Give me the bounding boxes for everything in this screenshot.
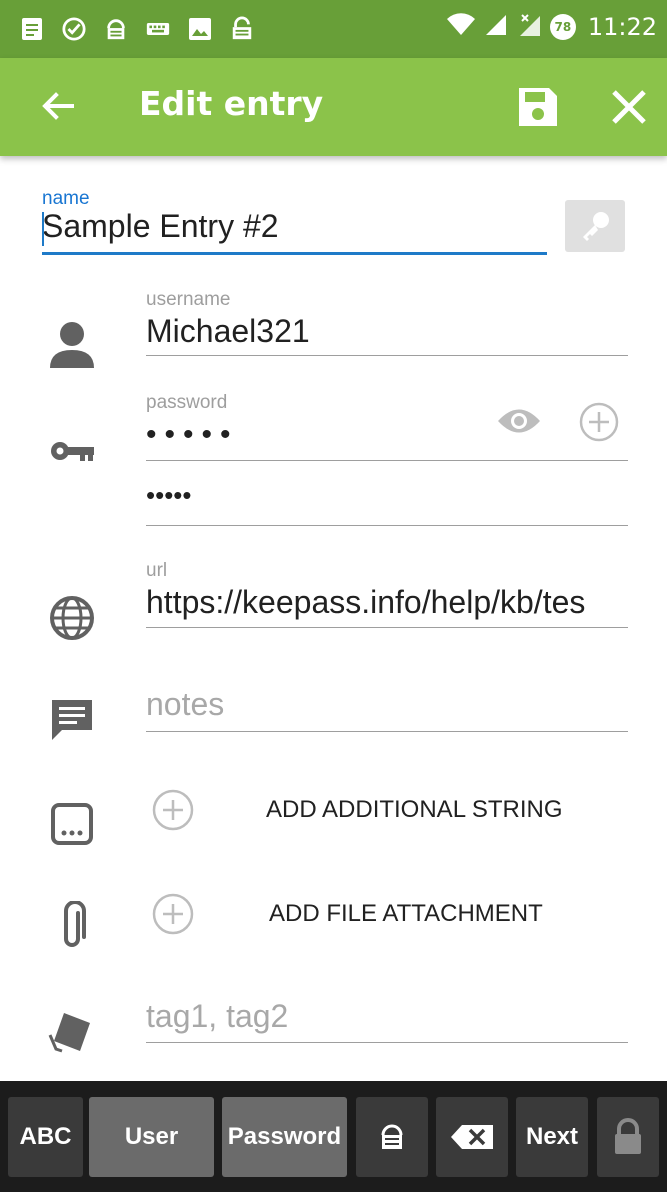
tags-placeholder[interactable]: tag1, tag2: [146, 998, 628, 1035]
app-bar: Edit entry: [0, 58, 667, 156]
next-key[interactable]: Next: [516, 1097, 588, 1177]
paperclip-icon: [52, 900, 92, 952]
add-file-plus-icon: [152, 893, 194, 935]
add-string-plus-icon: [152, 789, 194, 831]
username-field[interactable]: username Michael321: [146, 289, 628, 359]
comment-icon: [49, 696, 95, 744]
text-cursor: [42, 212, 44, 246]
person-icon: [48, 318, 96, 370]
signal-no-data-icon: [516, 12, 542, 42]
backspace-key[interactable]: [436, 1097, 508, 1177]
password-confirm-field[interactable]: •••••: [146, 480, 628, 530]
status-bar: 78 11:22: [0, 0, 667, 58]
password-key[interactable]: Password: [222, 1097, 347, 1177]
page-title: Edit entry: [139, 84, 324, 123]
save-icon[interactable]: [515, 84, 561, 130]
keyboard-bar: ABC User Password Next: [0, 1081, 667, 1192]
custom-string-icon: [49, 800, 95, 848]
password-confirm-underline: [146, 525, 628, 526]
add-string-label: ADD ADDITIONAL STRING: [266, 796, 563, 823]
password-confirm-value[interactable]: •••••: [146, 480, 346, 511]
username-label: username: [146, 289, 231, 310]
url-underline: [146, 627, 628, 628]
add-file-label: ADD FILE ATTACHMENT: [269, 900, 543, 927]
password-underline: [146, 460, 628, 461]
username-value[interactable]: Michael321: [146, 313, 628, 350]
notes-placeholder[interactable]: notes: [146, 686, 628, 723]
globe-icon: [48, 594, 96, 642]
add-password-plus-icon[interactable]: [578, 401, 620, 443]
name-value[interactable]: Sample Entry #2: [42, 208, 547, 245]
notes-notification-icon: [20, 14, 44, 44]
close-icon[interactable]: [606, 84, 652, 130]
back-arrow-icon[interactable]: [38, 86, 78, 126]
tag-icon: [46, 1006, 98, 1058]
name-field[interactable]: name Sample Entry #2: [42, 188, 547, 258]
keepass-keyboard-key[interactable]: [356, 1097, 428, 1177]
show-password-eye-icon[interactable]: [496, 404, 542, 438]
check-notification-icon: [62, 14, 86, 44]
password-value[interactable]: •••••: [146, 418, 476, 452]
tags-field[interactable]: tag1, tag2: [146, 998, 628, 1048]
add-additional-string-button[interactable]: ADD ADDITIONAL STRING: [152, 788, 562, 832]
wifi-icon: [446, 13, 476, 41]
notes-underline: [146, 731, 628, 732]
username-underline: [146, 355, 628, 356]
user-key[interactable]: User: [89, 1097, 214, 1177]
generate-password-button[interactable]: [565, 200, 625, 252]
name-underline: [42, 252, 547, 255]
signal-icon: [484, 13, 508, 41]
tags-underline: [146, 1042, 628, 1043]
password-label: password: [146, 392, 228, 413]
lock-key[interactable]: [597, 1097, 659, 1177]
battery-icon: 78: [549, 14, 576, 40]
keepass-notification-icon: [104, 14, 128, 44]
url-field[interactable]: url https://keepass.info/help/kb/tes: [146, 560, 628, 632]
name-label: name: [42, 188, 90, 209]
image-notification-icon: [188, 14, 212, 44]
abc-key[interactable]: ABC: [8, 1097, 83, 1177]
status-time: 11:22: [587, 13, 657, 41]
url-value[interactable]: https://keepass.info/help/kb/tes: [146, 584, 628, 621]
password-field[interactable]: password •••••: [146, 392, 628, 464]
key-icon: [50, 436, 96, 466]
keyboard-notification-icon: [146, 14, 170, 44]
notes-field[interactable]: notes: [146, 686, 628, 736]
unlock-notification-icon: [230, 14, 254, 44]
url-label: url: [146, 560, 168, 581]
add-file-attachment-button[interactable]: ADD FILE ATTACHMENT: [152, 892, 543, 936]
